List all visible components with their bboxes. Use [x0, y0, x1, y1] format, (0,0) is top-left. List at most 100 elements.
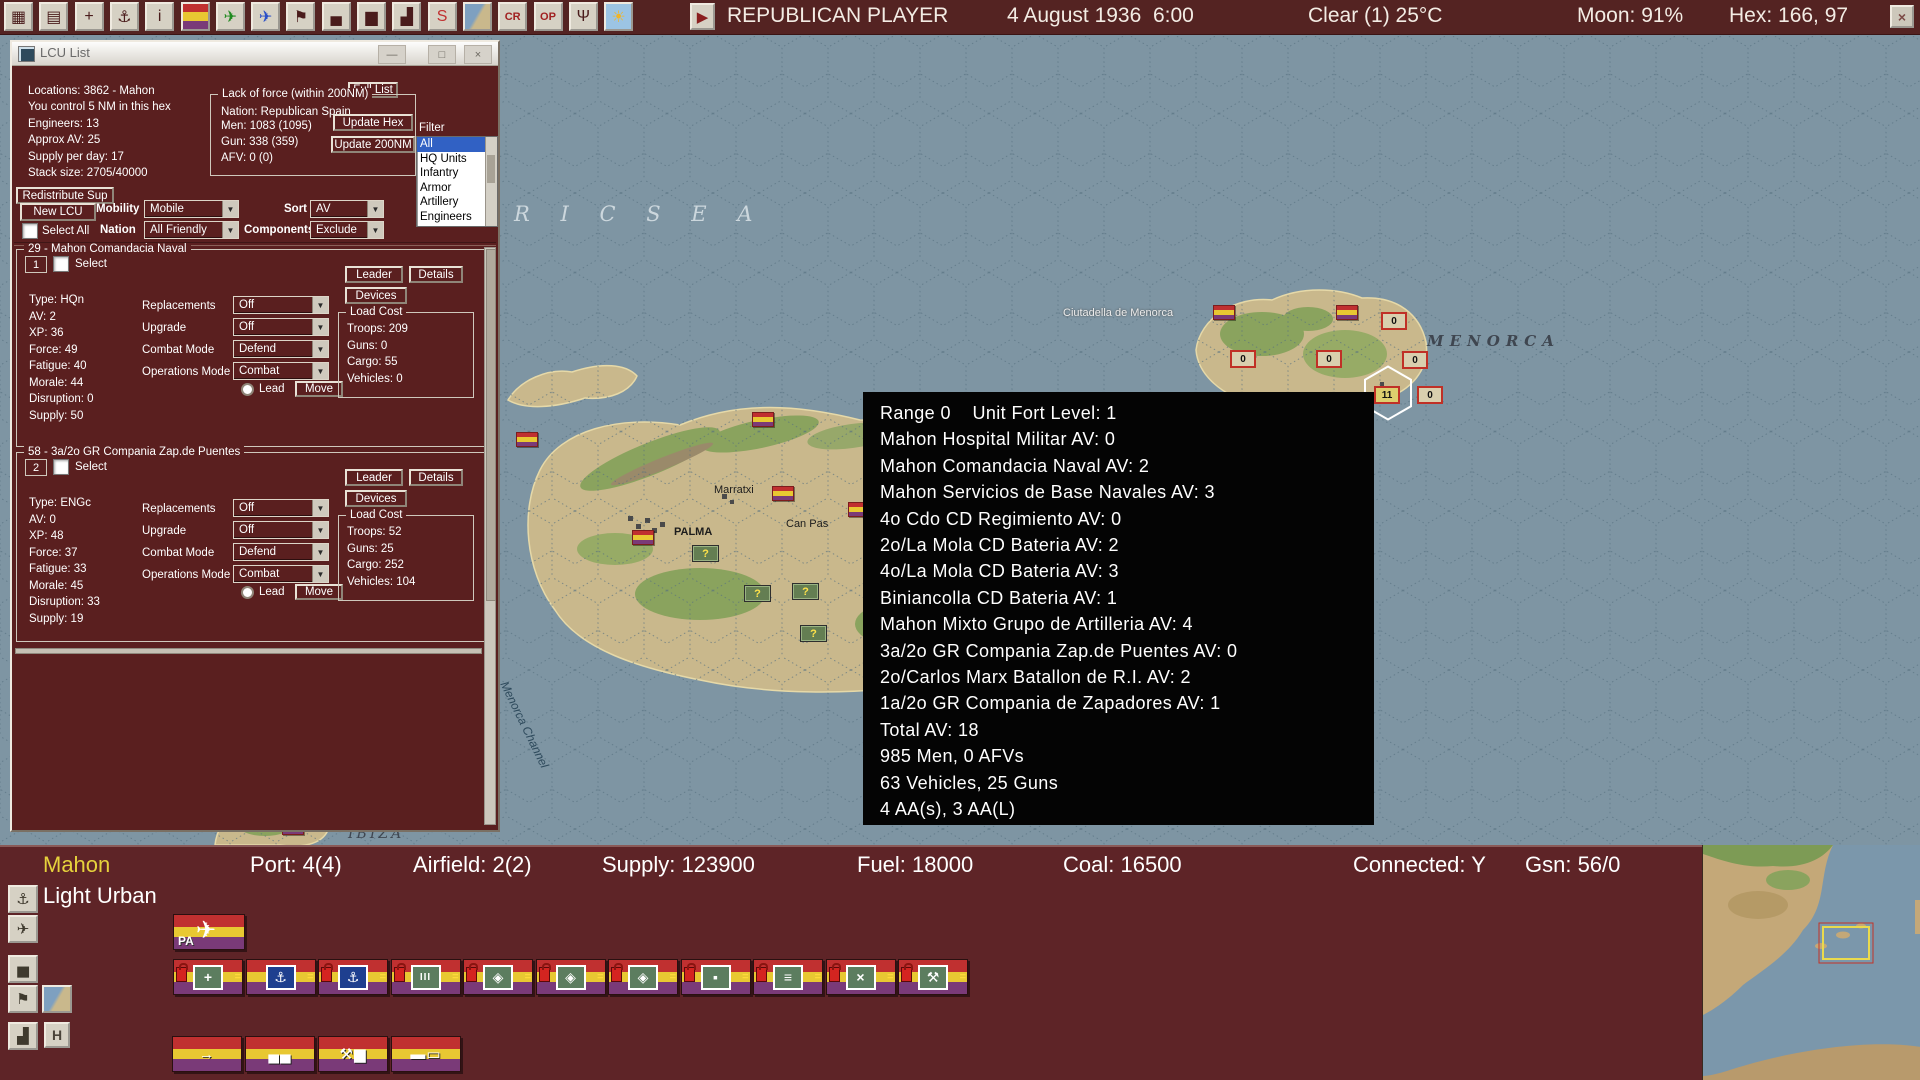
combat-mode-dropdown[interactable]: Defend▼: [233, 543, 329, 561]
flag-icon[interactable]: ⚑: [8, 985, 38, 1013]
leader-button[interactable]: Leader: [345, 469, 403, 486]
coastal-defense-counter[interactable]: ◈=: [463, 959, 533, 995]
unit-value-badge[interactable]: 0: [1316, 350, 1342, 368]
artillery-counter[interactable]: ≡=: [753, 959, 823, 995]
unit-select-checkbox[interactable]: [53, 256, 69, 272]
redistribute-supply-button[interactable]: Redistribute Sup: [16, 187, 114, 204]
naval-unit-list-icon[interactable]: ⚓: [110, 2, 139, 31]
engineer-counter[interactable]: ⚒=: [898, 959, 968, 995]
repair-ship-counter[interactable]: →: [172, 1036, 242, 1072]
friendly-air-icon[interactable]: ✈: [216, 2, 245, 31]
upgrade-dropdown[interactable]: Off▼: [233, 318, 329, 336]
window-scrollbar[interactable]: [484, 247, 496, 825]
minimize-button[interactable]: —: [378, 45, 406, 64]
replacements-dropdown[interactable]: Off▼: [233, 499, 329, 517]
air-group-counter[interactable]: ✈ PA: [173, 914, 245, 950]
move-button[interactable]: Move: [295, 584, 343, 600]
airfield-icon[interactable]: ✈: [8, 915, 38, 943]
operations-mode-dropdown[interactable]: Combat▼: [233, 565, 329, 583]
nation-dropdown[interactable]: All Friendly▼: [144, 221, 239, 239]
unit-select-checkbox[interactable]: [53, 459, 69, 475]
base-force-counter[interactable]: ▪=: [681, 959, 751, 995]
filter-listbox[interactable]: AllHQ UnitsInfantryArmorArtilleryEnginee…: [416, 136, 498, 227]
update-hex-button[interactable]: Update Hex: [333, 114, 413, 131]
unknown-unit-counter[interactable]: ?: [800, 625, 827, 642]
unit-value-badge[interactable]: 11: [1374, 386, 1400, 404]
infantry-battalion-counter[interactable]: III=: [391, 959, 461, 995]
next-turn-button[interactable]: ▶: [690, 3, 715, 30]
ship-icon[interactable]: ▄: [322, 2, 351, 31]
unknown-unit-counter[interactable]: ?: [744, 585, 771, 602]
allied-air-icon[interactable]: ✈: [251, 2, 280, 31]
unit-value-badge[interactable]: 0: [1402, 351, 1428, 369]
coastal-defense-counter[interactable]: ◈=: [608, 959, 678, 995]
devices-button[interactable]: Devices: [345, 490, 407, 507]
unit-flag-counter[interactable]: [632, 530, 654, 545]
republican-flag-icon[interactable]: [181, 2, 210, 31]
task-force-icon[interactable]: ▆: [357, 2, 386, 31]
hq-counter[interactable]: +=: [173, 959, 243, 995]
chevron-down-icon[interactable]: ▼: [367, 222, 383, 238]
objective-flag-icon[interactable]: ⚑: [286, 2, 315, 31]
mobility-dropdown[interactable]: Mobile▼: [144, 200, 239, 218]
map-thumbnail-button[interactable]: [42, 985, 72, 1013]
filter-scrollbar[interactable]: [485, 137, 497, 226]
window-titlebar[interactable]: LCU List — □ ×: [12, 42, 498, 66]
unit-value-badge[interactable]: 0: [1230, 350, 1256, 368]
details-button[interactable]: Details: [409, 266, 463, 283]
details-button[interactable]: Details: [409, 469, 463, 486]
ground-unit-list-icon[interactable]: +: [75, 2, 104, 31]
new-lcu-button[interactable]: New LCU: [20, 203, 96, 221]
unit-value-badge[interactable]: 0: [1381, 312, 1407, 330]
port-anchor-icon[interactable]: ⚓: [8, 885, 38, 913]
tender-ship-counter[interactable]: ⚒▆: [318, 1036, 388, 1072]
signal-intel-icon[interactable]: Ψ: [569, 2, 598, 31]
chevron-down-icon[interactable]: ▼: [222, 222, 238, 238]
components-dropdown[interactable]: Exclude▼: [310, 221, 384, 239]
chevron-down-icon[interactable]: ▼: [222, 201, 238, 217]
barge-counter[interactable]: ▬▭: [391, 1036, 461, 1072]
info-icon[interactable]: i: [145, 2, 174, 31]
hex-toggle-button[interactable]: H: [44, 1022, 70, 1048]
naval-base-counter[interactable]: ⚓=: [318, 959, 388, 995]
lead-radio[interactable]: [241, 383, 254, 396]
unit-flag-counter[interactable]: [772, 486, 794, 501]
unit-flag-counter[interactable]: [516, 432, 538, 447]
base-name[interactable]: Mahon: [43, 852, 110, 878]
unit-flag-counter[interactable]: [1336, 305, 1358, 320]
unknown-unit-counter[interactable]: ?: [692, 545, 719, 562]
infantry-counter[interactable]: ×=: [826, 959, 896, 995]
sort-dropdown[interactable]: AV▼: [310, 200, 384, 218]
naval-base-counter[interactable]: ⚓=: [246, 959, 316, 995]
unknown-unit-counter[interactable]: ?: [792, 583, 819, 600]
leader-button[interactable]: Leader: [345, 266, 403, 283]
strategic-map-icon[interactable]: [463, 2, 492, 31]
combat-mode-dropdown[interactable]: Defend▼: [233, 340, 329, 358]
coastal-defense-counter[interactable]: ◈=: [536, 959, 606, 995]
operations-mode-dropdown[interactable]: Combat▼: [233, 362, 329, 380]
weather-icon[interactable]: ☀: [604, 2, 633, 31]
upgrade-dropdown[interactable]: Off▼: [233, 521, 329, 539]
unit-value-badge[interactable]: 0: [1417, 386, 1443, 404]
unit-flag-counter[interactable]: [1213, 305, 1235, 320]
move-button[interactable]: Move: [295, 381, 343, 397]
operations-icon[interactable]: OP: [534, 2, 563, 31]
chevron-down-icon[interactable]: ▼: [367, 201, 383, 217]
close-game-button[interactable]: ×: [1890, 5, 1914, 28]
replacements-dropdown[interactable]: Off▼: [233, 296, 329, 314]
unit-flag-counter[interactable]: [752, 412, 774, 427]
select-all-checkbox[interactable]: [22, 223, 38, 239]
industry-icon[interactable]: ▟: [8, 1022, 38, 1050]
devices-button[interactable]: Devices: [345, 287, 407, 304]
maximize-button[interactable]: □: [428, 45, 456, 64]
supply-icon[interactable]: S: [428, 2, 457, 31]
combat-report-icon[interactable]: CR: [498, 2, 527, 31]
small-craft-counter[interactable]: ▄▄: [245, 1036, 315, 1072]
industry-icon[interactable]: ▟: [392, 2, 421, 31]
save-icon[interactable]: ▦: [4, 2, 33, 31]
orders-report-icon[interactable]: ▤: [39, 2, 68, 31]
update-200nm-button[interactable]: Update 200NM: [331, 136, 415, 153]
lead-radio[interactable]: [241, 586, 254, 599]
window-close-button[interactable]: ×: [464, 45, 492, 64]
minimap[interactable]: [1702, 845, 1920, 1080]
